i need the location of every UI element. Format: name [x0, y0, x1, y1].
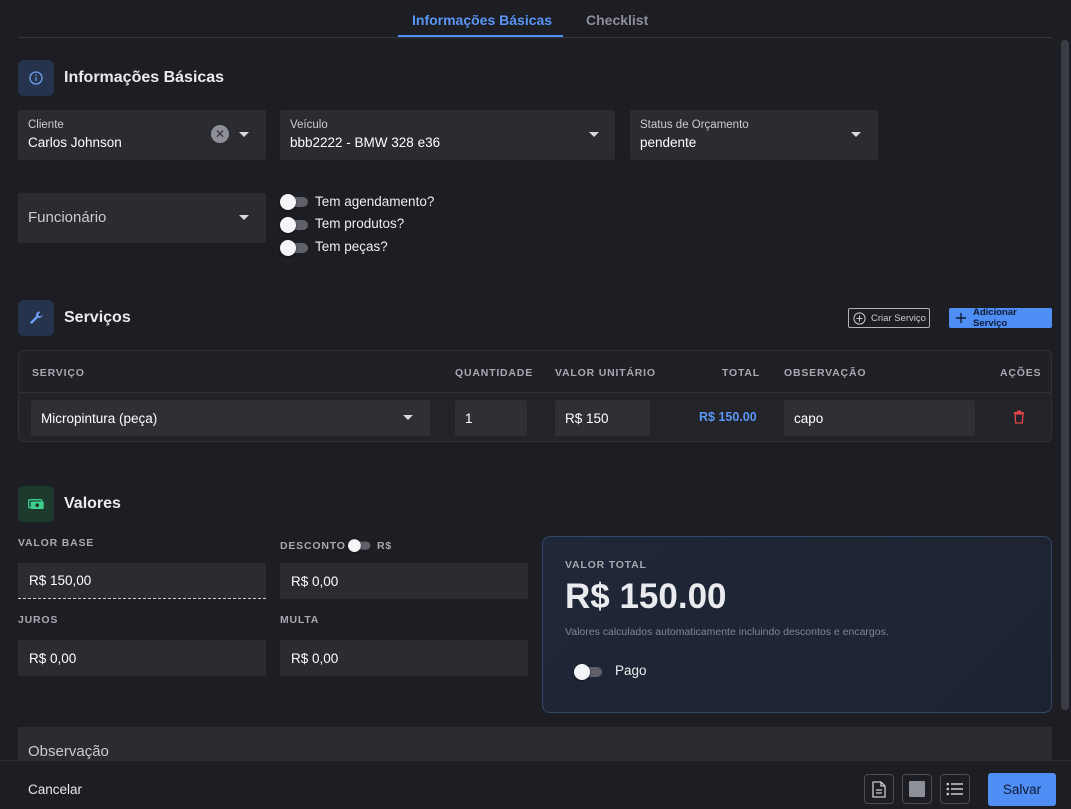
- scrollbar-thumb[interactable]: [1061, 40, 1069, 710]
- quantity-input[interactable]: 1: [455, 400, 527, 436]
- clear-icon[interactable]: ✕: [211, 125, 229, 143]
- veiculo-select[interactable]: Veículo bbb2222 - BMW 328 e36: [280, 110, 615, 160]
- add-service-label: Adicionar Serviço: [973, 307, 1017, 329]
- total-panel: VALOR TOTAL R$ 150.00 Valores calculados…: [542, 536, 1052, 713]
- section-title-basic-info: Informações Básicas: [64, 69, 225, 86]
- section-title-values: Valores: [64, 495, 121, 512]
- tab-informacoes-basicas[interactable]: Informações Básicas: [412, 12, 552, 28]
- service-value: Micropintura (peça): [41, 410, 158, 426]
- produtos-toggle-label: Tem produtos?: [315, 216, 405, 231]
- valor-base-label: VALOR BASE: [18, 537, 95, 549]
- money-icon: [18, 486, 54, 522]
- row-total: R$ 150.00: [699, 410, 757, 424]
- agendamento-toggle[interactable]: [280, 194, 310, 210]
- add-service-button[interactable]: Adicionar Serviço: [949, 307, 1052, 329]
- veiculo-label: Veículo: [290, 119, 328, 131]
- save-button[interactable]: Salvar: [988, 773, 1056, 806]
- status-label: Status de Orçamento: [640, 119, 749, 131]
- produtos-toggle[interactable]: [280, 217, 310, 233]
- trash-icon[interactable]: [1013, 410, 1025, 429]
- desconto-label: DESCONTO: [280, 540, 346, 552]
- column-header: OBSERVAÇÃO: [784, 367, 867, 379]
- agendamento-toggle-label: Tem agendamento?: [315, 194, 435, 209]
- observation-input[interactable]: capo: [784, 400, 975, 436]
- pago-toggle[interactable]: [574, 664, 604, 680]
- plus-icon: [956, 313, 966, 323]
- chevron-down-icon[interactable]: [403, 415, 413, 420]
- services-table: SERVIÇO QUANTIDADE VALOR UNITÁRIO TOTAL …: [18, 350, 1052, 442]
- pecas-toggle-label: Tem peças?: [315, 239, 388, 254]
- tabs-divider: [18, 37, 1052, 38]
- tab-bar: Informações Básicas Checklist: [0, 0, 1071, 40]
- cliente-label: Cliente: [28, 119, 64, 131]
- service-select[interactable]: Micropintura (peça): [31, 400, 430, 436]
- observacao-label: Observação: [28, 743, 109, 760]
- valor-base-field: R$ 150,00: [18, 563, 266, 599]
- cliente-value: Carlos Johnson: [28, 135, 122, 150]
- total-label: VALOR TOTAL: [565, 559, 647, 571]
- column-header: QUANTIDADE: [455, 367, 533, 379]
- table-header: [19, 351, 1051, 393]
- chevron-down-icon[interactable]: [239, 215, 249, 220]
- veiculo-value: bbb2222 - BMW 328 e36: [290, 135, 441, 150]
- cliente-select[interactable]: Cliente Carlos Johnson ✕: [18, 110, 266, 160]
- desconto-input[interactable]: R$ 0,00: [280, 563, 528, 599]
- pecas-toggle[interactable]: [280, 240, 310, 256]
- footer-bar: Cancelar Salvar: [0, 760, 1071, 809]
- status-select[interactable]: Status de Orçamento pendente: [630, 110, 878, 160]
- unit-price-input[interactable]: R$ 150: [555, 400, 650, 436]
- column-header: VALOR UNITÁRIO: [555, 367, 656, 379]
- document-icon[interactable]: [864, 774, 894, 804]
- column-header: SERVIÇO: [32, 367, 85, 379]
- column-header: TOTAL: [722, 367, 761, 379]
- juros-label: JUROS: [18, 614, 59, 626]
- create-service-button[interactable]: Criar Serviço: [848, 308, 930, 328]
- chevron-down-icon[interactable]: [589, 132, 599, 137]
- multa-label: MULTA: [280, 614, 320, 626]
- desconto-mode-label: R$: [377, 540, 393, 552]
- status-value: pendente: [640, 135, 697, 150]
- total-amount: R$ 150.00: [565, 577, 727, 616]
- square-icon[interactable]: [902, 774, 932, 804]
- multa-input[interactable]: R$ 0,00: [280, 640, 528, 676]
- wrench-icon: [18, 300, 54, 336]
- info-circle-icon: [18, 60, 54, 96]
- create-service-label: Criar Serviço: [871, 312, 926, 324]
- juros-input[interactable]: R$ 0,00: [18, 640, 266, 676]
- desconto-mode-toggle[interactable]: [348, 539, 372, 552]
- plus-circle-icon: [853, 312, 866, 325]
- tab-checklist[interactable]: Checklist: [586, 12, 648, 28]
- section-title-services: Serviços: [64, 309, 131, 326]
- list-icon[interactable]: [940, 774, 970, 804]
- chevron-down-icon[interactable]: [239, 132, 249, 137]
- cancel-button[interactable]: Cancelar: [28, 782, 82, 797]
- pago-label: Pago: [615, 663, 647, 678]
- scrollbar[interactable]: [1057, 0, 1071, 760]
- funcionario-select[interactable]: Funcionário: [18, 193, 266, 243]
- funcionario-placeholder: Funcionário: [28, 209, 107, 226]
- column-header: AÇÕES: [1000, 367, 1042, 379]
- total-note: Valores calculados automaticamente inclu…: [565, 626, 889, 638]
- chevron-down-icon[interactable]: [851, 132, 861, 137]
